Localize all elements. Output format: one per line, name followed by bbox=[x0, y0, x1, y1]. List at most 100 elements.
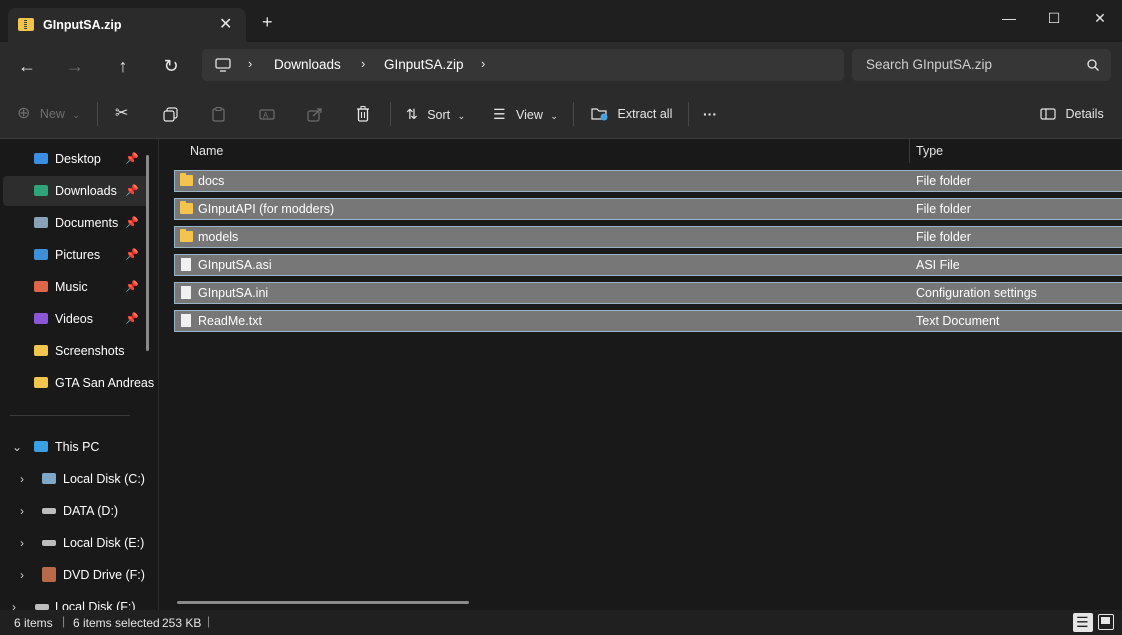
share-icon[interactable] bbox=[307, 107, 323, 122]
close-window-button[interactable]: ✕ bbox=[1077, 6, 1122, 30]
new-button[interactable]: ⊕ New ⌄ bbox=[17, 102, 80, 126]
search-icon[interactable] bbox=[1087, 59, 1099, 71]
file-type: Configuration settings bbox=[916, 286, 1037, 300]
pin-icon[interactable]: 📌 bbox=[125, 144, 139, 174]
delete-icon[interactable] bbox=[356, 106, 370, 122]
sort-button[interactable]: ⇅ Sort ⌄ bbox=[406, 102, 465, 126]
pin-icon[interactable]: 📌 bbox=[125, 176, 139, 206]
breadcrumb-downloads[interactable]: Downloads bbox=[274, 57, 341, 72]
refresh-button[interactable]: ↻ bbox=[157, 52, 185, 80]
downloads-icon bbox=[34, 185, 48, 196]
sidebar-item-this-pc[interactable]: ⌄ This PC bbox=[3, 432, 149, 462]
status-divider: | bbox=[62, 614, 66, 628]
up-button[interactable]: ↑ bbox=[109, 52, 137, 80]
sidebar-item-music[interactable]: Music 📌 bbox=[3, 272, 149, 302]
paste-icon[interactable] bbox=[211, 107, 226, 122]
videos-icon bbox=[34, 313, 48, 324]
file-row-models[interactable]: models File folder bbox=[174, 226, 1122, 248]
sidebar-item-downloads[interactable]: Downloads 📌 bbox=[3, 176, 149, 206]
folder-icon bbox=[34, 377, 48, 388]
details-view-icon: ☰ bbox=[1076, 614, 1089, 630]
file-name: docs bbox=[198, 174, 225, 188]
horizontal-scrollbar[interactable] bbox=[177, 601, 469, 604]
sidebar-item-screenshots[interactable]: Screenshots bbox=[3, 336, 149, 366]
pin-icon[interactable]: 📌 bbox=[125, 208, 139, 238]
pin-icon[interactable]: 📌 bbox=[125, 240, 139, 270]
cut-icon[interactable]: ✂ bbox=[115, 102, 128, 126]
file-name: GInputAPI (for modders) bbox=[198, 202, 335, 216]
zip-folder-icon bbox=[18, 18, 34, 31]
tab-ginputsa-zip[interactable]: GInputSA.zip ✕ bbox=[8, 8, 246, 42]
svg-text:A: A bbox=[263, 111, 269, 120]
file-row-ginputsa-ini[interactable]: GInputSA.ini Configuration settings bbox=[174, 282, 1122, 304]
file-row-readme-txt[interactable]: ReadMe.txt Text Document bbox=[174, 310, 1122, 332]
chevron-right-icon[interactable]: › bbox=[20, 464, 24, 494]
pin-icon[interactable]: 📌 bbox=[125, 304, 139, 334]
sidebar-item-desktop[interactable]: Desktop 📌 bbox=[3, 144, 149, 174]
forward-button[interactable]: → bbox=[61, 52, 89, 80]
address-bar[interactable]: › Downloads › GInputSA.zip › bbox=[202, 49, 844, 81]
minimize-button[interactable]: — bbox=[986, 6, 1032, 30]
file-row-docs[interactable]: docs File folder bbox=[174, 170, 1122, 192]
computer-icon bbox=[215, 58, 231, 72]
pin-icon[interactable]: 📌 bbox=[125, 272, 139, 302]
navigation-bar: ← → ↑ ↻ › Downloads › GInputSA.zip › Sea… bbox=[0, 42, 1122, 90]
sidebar-item-dvd-drive-f[interactable]: › DVD Drive (F:) bbox=[3, 560, 149, 590]
sidebar-item-local-disk-e[interactable]: › Local Disk (E:) bbox=[3, 528, 149, 558]
extract-all-button[interactable]: Extract all bbox=[591, 102, 672, 126]
chevron-down-icon: ⌄ bbox=[72, 110, 80, 120]
file-name: ReadMe.txt bbox=[198, 314, 262, 328]
rename-icon[interactable]: A bbox=[259, 107, 275, 122]
tab-close-icon[interactable]: ✕ bbox=[219, 14, 232, 34]
sidebar-item-data-d[interactable]: › DATA (D:) bbox=[3, 496, 149, 526]
maximize-button[interactable]: ☐ bbox=[1031, 6, 1077, 30]
documents-icon bbox=[34, 217, 48, 228]
chevron-right-icon: › bbox=[361, 56, 366, 71]
details-pane-icon bbox=[1040, 108, 1056, 120]
sort-label: Sort bbox=[427, 108, 451, 122]
chevron-right-icon[interactable]: › bbox=[481, 56, 485, 71]
sidebar-item-pictures[interactable]: Pictures 📌 bbox=[3, 240, 149, 270]
column-divider[interactable] bbox=[909, 139, 910, 163]
search-input[interactable]: Search GInputSA.zip bbox=[852, 49, 1111, 81]
status-divider: | bbox=[207, 614, 211, 628]
back-button[interactable]: ← bbox=[13, 52, 41, 80]
copy-icon[interactable] bbox=[163, 107, 178, 122]
this-pc-icon bbox=[34, 441, 48, 452]
folder-icon bbox=[180, 173, 193, 186]
status-bar: 6 items | 6 items selected 253 KB | ☰ bbox=[0, 610, 1122, 635]
chevron-right-icon[interactable]: › bbox=[12, 592, 16, 610]
chevron-right-icon[interactable]: › bbox=[20, 496, 24, 526]
chevron-right-icon[interactable]: › bbox=[20, 528, 24, 558]
sidebar-item-label: Desktop bbox=[55, 152, 101, 166]
breadcrumb-ginputsa-zip[interactable]: GInputSA.zip bbox=[384, 57, 464, 72]
file-name: models bbox=[198, 230, 239, 244]
sidebar-scrollbar[interactable] bbox=[146, 155, 149, 351]
sidebar-item-local-disk-f[interactable]: › Local Disk (F:) bbox=[3, 592, 149, 610]
chevron-down-icon[interactable]: ⌄ bbox=[12, 432, 22, 462]
sidebar-divider bbox=[10, 415, 130, 416]
sidebar-item-videos[interactable]: Videos 📌 bbox=[3, 304, 149, 334]
sidebar-item-documents[interactable]: Documents 📌 bbox=[3, 208, 149, 238]
title-bar: GInputSA.zip ✕ + — ☐ ✕ bbox=[0, 0, 1122, 42]
more-options-button[interactable]: ··· bbox=[703, 102, 717, 126]
file-icon bbox=[181, 258, 191, 271]
view-button[interactable]: ☰ View ⌄ bbox=[493, 102, 558, 126]
file-row-ginputsa-asi[interactable]: GInputSA.asi ASI File bbox=[174, 254, 1122, 276]
pictures-icon bbox=[34, 249, 48, 260]
column-header-type[interactable]: Type bbox=[916, 144, 943, 158]
column-header-name[interactable]: Name bbox=[190, 144, 223, 158]
tiles-view-button[interactable] bbox=[1098, 614, 1114, 630]
details-view-button[interactable]: ☰ bbox=[1073, 613, 1093, 632]
file-row-ginputapi[interactable]: GInputAPI (for modders) File folder bbox=[174, 198, 1122, 220]
file-type: File folder bbox=[916, 230, 971, 244]
new-tab-button[interactable]: + bbox=[262, 13, 273, 31]
sidebar-item-label: Videos bbox=[55, 312, 93, 326]
tab-title: GInputSA.zip bbox=[43, 18, 122, 32]
toolbar-divider bbox=[97, 102, 98, 126]
details-pane-button[interactable]: Details bbox=[1040, 102, 1104, 126]
sidebar-item-local-disk-c[interactable]: › Local Disk (C:) bbox=[3, 464, 149, 494]
sidebar-item-gta-san-andreas[interactable]: GTA San Andreas bbox=[3, 368, 154, 398]
sidebar-item-label: Music bbox=[55, 280, 88, 294]
chevron-right-icon[interactable]: › bbox=[20, 560, 24, 590]
